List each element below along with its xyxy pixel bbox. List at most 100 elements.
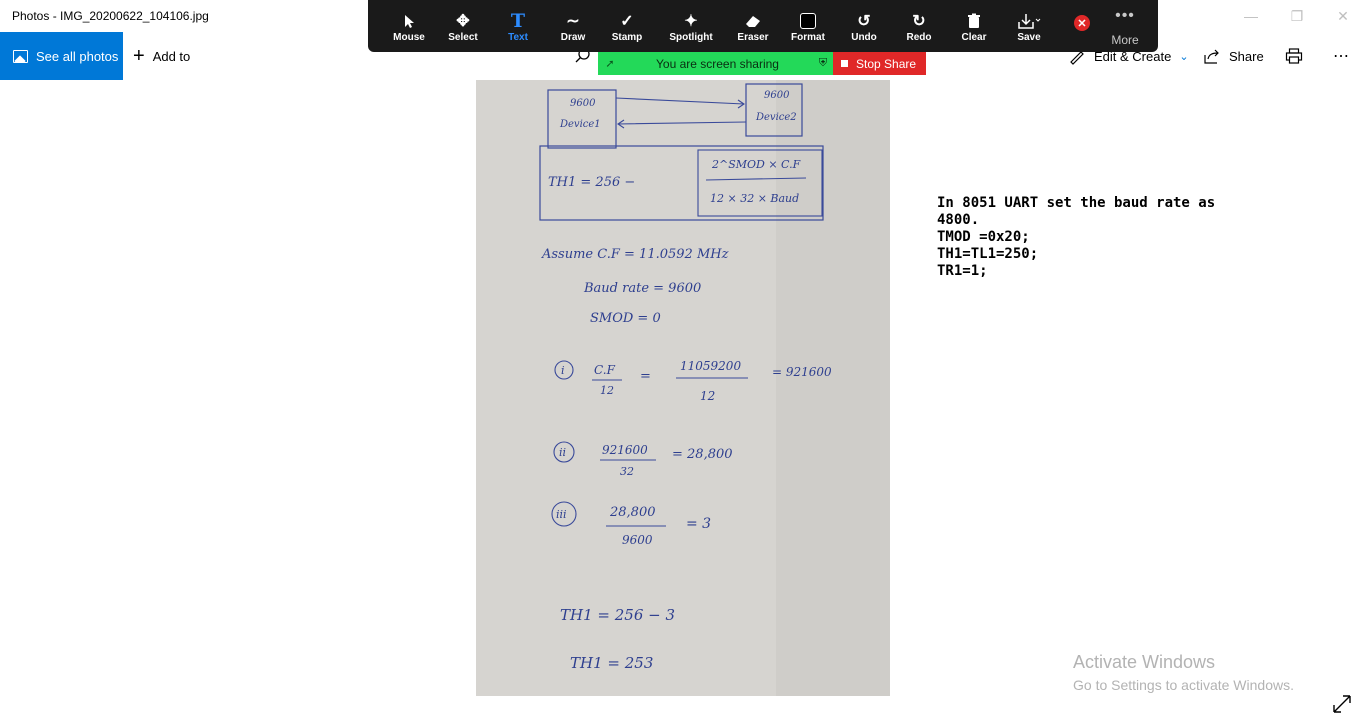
see-all-photos-button[interactable]: See all photos xyxy=(0,32,123,80)
step3-result: = 3 xyxy=(686,516,711,532)
sharing-arrow-icon: ➚ xyxy=(605,58,615,70)
step3-numerator: 28,800 xyxy=(609,505,656,520)
mouse-tool-button[interactable]: Mouse xyxy=(382,10,436,43)
clear-button[interactable]: Clear xyxy=(947,10,1001,43)
redo-icon: ↻ xyxy=(912,13,926,30)
draw-tool-label: Draw xyxy=(560,32,586,43)
eraser-icon xyxy=(726,10,780,32)
print-button[interactable] xyxy=(1285,32,1311,80)
share-icon xyxy=(1204,49,1219,64)
photos-app-window: Photos - IMG_20200622_104106.jpg — ❐ ✕ S… xyxy=(0,0,1366,728)
note-line-3: TMOD =0x20; xyxy=(937,229,1030,245)
undo-label: Undo xyxy=(851,32,877,43)
annotation-text[interactable]: In 8051 UART set the baud rate as 4800. … xyxy=(937,195,1227,280)
clear-label: Clear xyxy=(961,32,987,43)
window-title: Photos - IMG_20200622_104106.jpg xyxy=(12,9,209,23)
formula-lhs: TH1 = 256 − xyxy=(548,175,635,190)
smod-line: SMOD = 0 xyxy=(590,311,661,326)
text-icon: T xyxy=(510,10,526,32)
draw-icon: ∼ xyxy=(566,13,580,30)
step2-numerator: 921600 xyxy=(602,443,648,457)
th-line2: TH1 = 253 xyxy=(570,654,653,672)
more-dots-icon: ••• xyxy=(1115,7,1135,24)
note-line-1: In 8051 UART set the baud rate as xyxy=(937,195,1216,211)
stop-share-button[interactable]: Stop Share xyxy=(833,52,926,75)
chevron-down-icon: ⌄ xyxy=(1179,50,1189,63)
more-button[interactable]: ••• More xyxy=(1104,7,1146,48)
add-to-label: Add to xyxy=(152,48,191,64)
device1-label: Device1 xyxy=(559,119,601,130)
baud-line: Baud rate = 9600 xyxy=(583,281,701,296)
format-tool-label: Format xyxy=(791,32,825,43)
formula-denominator: 12 × 32 × Baud xyxy=(710,192,799,205)
stop-square-icon xyxy=(841,60,848,67)
step1-numerator: C.F xyxy=(594,363,616,377)
undo-button[interactable]: ↺ Undo xyxy=(837,10,891,43)
maximize-icon[interactable]: ❐ xyxy=(1274,0,1320,32)
save-button[interactable]: Save xyxy=(1002,10,1056,43)
step1-equals: = xyxy=(640,369,651,384)
handwritten-notes: 9600 Device1 9600 Device2 TH1 = 256 − 2^… xyxy=(476,80,890,696)
text-tool-button[interactable]: T Text xyxy=(491,10,545,43)
note-line-5: TR1=1; xyxy=(937,263,988,279)
select-tool-label: Select xyxy=(448,32,478,43)
formula-numerator: 2^SMOD × C.F xyxy=(711,158,801,171)
save-label: Save xyxy=(1017,32,1041,43)
step2-result: = 28,800 xyxy=(672,447,733,462)
assume-line: Assume C.F = 11.0592 MHz xyxy=(541,247,729,262)
close-icon[interactable]: ✕ xyxy=(1320,0,1366,32)
device1-baud: 9600 xyxy=(570,98,596,109)
shield-check-icon: ⛨ xyxy=(818,57,828,69)
activate-windows-title: Activate Windows xyxy=(1073,652,1216,672)
more-options-icon[interactable]: ⋯ xyxy=(1333,32,1350,80)
photos-icon xyxy=(13,49,28,63)
step1-marker: i xyxy=(561,364,565,377)
share-button[interactable]: Share xyxy=(1203,32,1264,80)
mouse-pointer-icon xyxy=(382,10,436,32)
step1-result: = 921600 xyxy=(772,365,832,379)
device2-baud: 9600 xyxy=(764,90,790,101)
add-to-button[interactable]: + Add to xyxy=(133,32,190,80)
close-annotation-icon[interactable]: ✕ xyxy=(1074,15,1090,31)
spotlight-tool-label: Spotlight xyxy=(669,32,713,43)
trash-icon xyxy=(947,10,1001,32)
expand-icon[interactable] xyxy=(1330,692,1354,716)
redo-button[interactable]: ↻ Redo xyxy=(892,10,946,43)
note-line-2: 4800. xyxy=(937,212,980,228)
mouse-tool-label: Mouse xyxy=(393,32,425,43)
print-icon xyxy=(1285,48,1303,64)
stamp-tool-button[interactable]: ✓ Stamp xyxy=(600,10,654,43)
draw-tool-button[interactable]: ∼ Draw xyxy=(546,10,600,43)
minimize-icon[interactable]: — xyxy=(1228,0,1274,32)
note-line-4: TH1=TL1=250; xyxy=(937,246,1039,262)
sharing-status-text: You are screen sharing xyxy=(656,56,779,71)
share-label: Share xyxy=(1229,48,1264,64)
text-tool-label: Text xyxy=(508,32,528,43)
step1-denominator: 12 xyxy=(600,384,614,397)
more-label: More xyxy=(1111,33,1139,47)
eraser-tool-button[interactable]: Eraser xyxy=(726,10,780,43)
step1-mid-denominator: 12 xyxy=(700,389,715,403)
magic-wand-icon: ✦ xyxy=(684,13,698,30)
undo-icon: ↺ xyxy=(857,13,871,30)
eraser-tool-label: Eraser xyxy=(737,32,769,43)
step1-mid-numerator: 11059200 xyxy=(680,359,741,373)
step2-marker: ii xyxy=(559,446,566,459)
select-tool-button[interactable]: ✥ Select xyxy=(436,10,490,43)
photo-image: 9600 Device1 9600 Device2 TH1 = 256 − 2^… xyxy=(476,80,890,696)
move-icon: ✥ xyxy=(456,13,470,30)
spotlight-tool-button[interactable]: ✦ Spotlight xyxy=(663,10,719,43)
stamp-tool-label: Stamp xyxy=(611,32,643,43)
redo-label: Redo xyxy=(906,32,932,43)
screen-sharing-banner: ➚ You are screen sharing ⛨ xyxy=(598,52,833,75)
format-tool-button[interactable]: Format xyxy=(781,10,835,43)
check-icon: ✓ xyxy=(620,13,634,30)
annotation-toolbar: Mouse ✥ Select T Text ∼ Draw ✓ Stamp ✦ S… xyxy=(368,0,1158,52)
th-line1: TH1 = 256 − 3 xyxy=(560,606,675,624)
plus-icon: + xyxy=(133,45,145,67)
device2-label: Device2 xyxy=(755,112,797,123)
step3-denominator: 9600 xyxy=(622,533,653,547)
save-icon xyxy=(1002,10,1056,32)
format-icon xyxy=(781,10,835,32)
step3-marker: iii xyxy=(556,508,567,521)
